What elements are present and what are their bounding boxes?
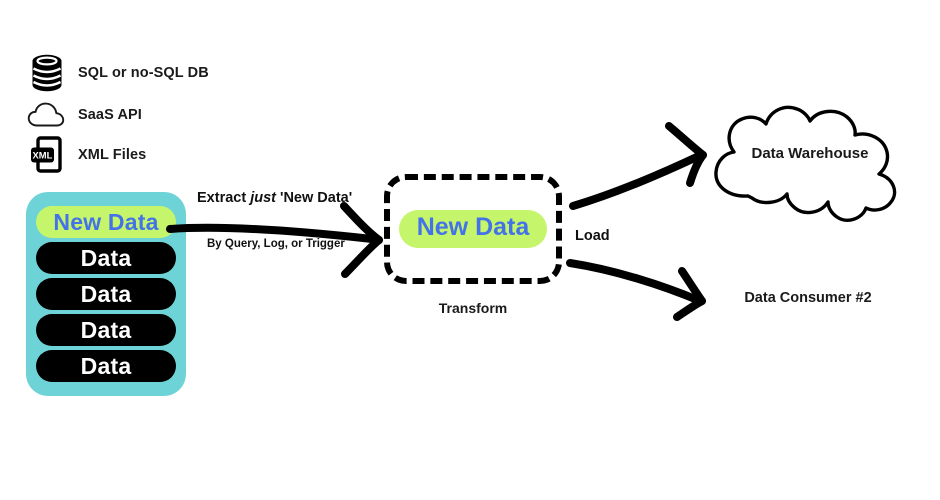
extract-label: Extract just 'New Data' — [197, 190, 352, 206]
etl-diagram-canvas: SQL or no-SQL DB SaaS API XML XML Files … — [0, 0, 940, 500]
data-warehouse-cloud-shape — [714, 105, 897, 222]
load-arrow-warehouse — [569, 122, 707, 210]
source-item-label: XML Files — [78, 147, 147, 163]
extract-label-suffix: 'New Data' — [275, 190, 353, 206]
source-item-sql-db: SQL or no-SQL DB — [24, 52, 209, 94]
data-pill: Data — [36, 350, 176, 382]
source-item-label: SQL or no-SQL DB — [78, 65, 209, 81]
data-pill: Data — [36, 242, 176, 274]
source-item-saas-api: SaaS API — [24, 94, 142, 136]
transform-box: New Data — [384, 174, 562, 284]
data-pill-label: Data — [80, 352, 132, 379]
data-pill-label: Data — [80, 316, 132, 343]
transform-new-data-pill: New Data — [398, 210, 548, 248]
cloud-icon — [24, 94, 70, 136]
transform-caption: Transform — [438, 300, 508, 316]
source-item-xml-files: XML XML Files — [24, 134, 146, 176]
database-cylinder-icon — [24, 52, 70, 94]
extract-sublabel: By Query, Log, or Trigger — [207, 238, 345, 250]
data-pill: Data — [36, 314, 176, 346]
extract-label-prefix: Extract — [197, 190, 251, 206]
data-consumer-2-label: Data Consumer #2 — [744, 290, 872, 306]
data-pill-label: New Data — [53, 208, 159, 235]
data-warehouse-label: Data Warehouse — [751, 145, 869, 162]
svg-text:XML: XML — [33, 150, 53, 161]
extract-label-emphasis: just — [250, 190, 276, 206]
xml-file-icon: XML — [24, 134, 70, 176]
source-item-label: SaaS API — [78, 107, 142, 123]
load-arrow-consumer — [566, 259, 706, 321]
load-label: Load — [575, 228, 610, 244]
source-data-stack: New Data Data Data Data Data — [26, 192, 186, 396]
data-pill-new-data: New Data — [36, 206, 176, 238]
data-pill-label: Data — [80, 280, 132, 307]
data-pill-label: Data — [80, 244, 132, 271]
data-pill: Data — [36, 278, 176, 310]
